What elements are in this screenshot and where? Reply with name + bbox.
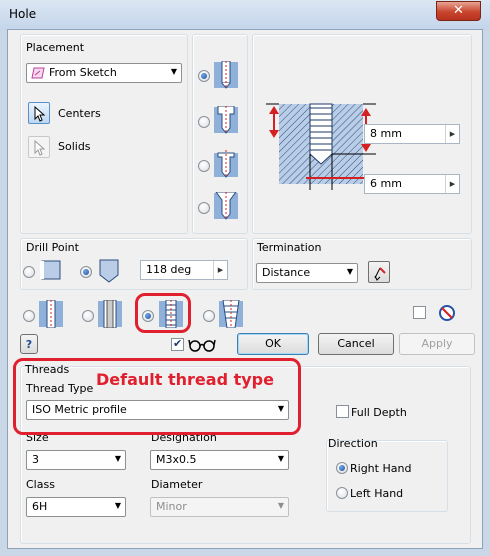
tapped-hole-highlight: [135, 293, 191, 333]
diameter-combo[interactable]: Minor ▼: [150, 497, 289, 517]
taper-tapped-hole-radio[interactable]: [203, 310, 215, 322]
countersink-hole-icon[interactable]: [213, 192, 239, 220]
drilled-hole-icon[interactable]: [213, 61, 239, 89]
spotface-radio[interactable]: [198, 160, 210, 172]
diameter-input[interactable]: 6 mm ▶: [364, 174, 460, 194]
taper-tapped-hole-icon[interactable]: [218, 300, 244, 328]
chevron-down-icon: ▼: [114, 454, 121, 463]
termination-label: Termination: [257, 241, 322, 254]
chevron-right-icon[interactable]: ▶: [445, 125, 459, 143]
chevron-down-icon: ▼: [170, 67, 177, 76]
simple-hole-icon[interactable]: [38, 300, 64, 328]
drill-angle-value: 118 deg: [146, 263, 192, 276]
chevron-right-icon[interactable]: ▶: [213, 261, 227, 279]
class-combo[interactable]: 6H ▼: [26, 497, 126, 517]
countersink-radio[interactable]: [198, 202, 210, 214]
class-value: 6H: [32, 500, 48, 513]
glasses-icon: [188, 339, 216, 352]
size-value: 3: [32, 453, 39, 466]
cancel-button[interactable]: Cancel: [318, 333, 394, 355]
angle-point-icon[interactable]: [96, 259, 122, 283]
pointer-arrow-icon: [34, 140, 46, 156]
direction-group: [326, 440, 448, 512]
reverse-option-checkbox[interactable]: [413, 306, 426, 319]
flip-arrow-icon: [374, 267, 386, 281]
spotface-hole-icon[interactable]: [213, 150, 239, 178]
flat-point-icon[interactable]: [38, 260, 64, 280]
centers-label: Centers: [58, 107, 101, 120]
sketch-icon: [31, 67, 45, 79]
help-button[interactable]: ?: [20, 334, 38, 354]
flat-point-radio[interactable]: [23, 266, 35, 278]
placement-label: Placement: [26, 41, 85, 54]
chevron-down-icon: ▼: [277, 454, 284, 463]
direction-label: Direction: [328, 437, 378, 450]
designation-value: M3x0.5: [156, 453, 197, 466]
drill-point-label: Drill Point: [26, 241, 79, 254]
default-thread-type-annotation: Default thread type: [96, 370, 274, 389]
size-combo[interactable]: 3 ▼: [26, 450, 126, 470]
angle-point-radio[interactable]: [80, 266, 92, 278]
left-hand-label: Left Hand: [350, 487, 404, 500]
chevron-down-icon: ▼: [114, 501, 121, 510]
chevron-down-icon: ▼: [346, 267, 353, 276]
placement-value: From Sketch: [49, 66, 117, 79]
apply-button[interactable]: Apply: [399, 333, 475, 355]
solids-label: Solids: [58, 140, 91, 153]
hole-preview-diagram: [266, 103, 376, 190]
ok-button[interactable]: OK: [237, 333, 309, 355]
termination-combo[interactable]: Distance ▼: [256, 263, 358, 283]
designation-combo[interactable]: M3x0.5 ▼: [150, 450, 289, 470]
counterbore-hole-icon[interactable]: [213, 106, 239, 134]
full-depth-label: Full Depth: [351, 406, 407, 419]
pointer-arrow-icon: [34, 106, 46, 122]
left-hand-radio[interactable]: [336, 487, 348, 499]
chevron-right-icon[interactable]: ▶: [445, 175, 459, 193]
chevron-down-icon: ▼: [277, 501, 284, 510]
diameter-type-value: Minor: [156, 500, 187, 513]
title-bar: Hole ✕: [0, 0, 490, 30]
right-hand-label: Right Hand: [350, 462, 412, 475]
flip-direction-button[interactable]: [368, 261, 390, 283]
simple-hole-radio[interactable]: [23, 310, 35, 322]
termination-value: Distance: [262, 266, 311, 279]
solids-button[interactable]: [28, 136, 50, 158]
counterbore-radio[interactable]: [198, 116, 210, 128]
drilled-radio[interactable]: [198, 70, 210, 82]
class-label: Class: [26, 478, 55, 491]
clearance-hole-radio[interactable]: [82, 310, 94, 322]
clearance-hole-icon[interactable]: [97, 300, 123, 328]
preview-checkbox[interactable]: [171, 337, 184, 351]
right-hand-radio[interactable]: [336, 462, 348, 474]
close-button[interactable]: ✕: [436, 1, 481, 21]
diameter-label: Diameter: [151, 478, 203, 491]
full-depth-checkbox[interactable]: [336, 405, 349, 418]
no-entry-icon[interactable]: [438, 304, 456, 322]
depth-input[interactable]: 8 mm ▶: [364, 124, 460, 144]
placement-combo[interactable]: From Sketch ▼: [26, 63, 182, 83]
centers-button[interactable]: [28, 102, 50, 124]
depth-value: 8 mm: [370, 127, 402, 140]
drill-angle-input[interactable]: 118 deg ▶: [140, 260, 228, 280]
window-title: Hole: [9, 7, 37, 21]
dialog-body: Placement From Sketch ▼ Centers Solids 8…: [7, 29, 483, 549]
diameter-value: 6 mm: [370, 177, 402, 190]
